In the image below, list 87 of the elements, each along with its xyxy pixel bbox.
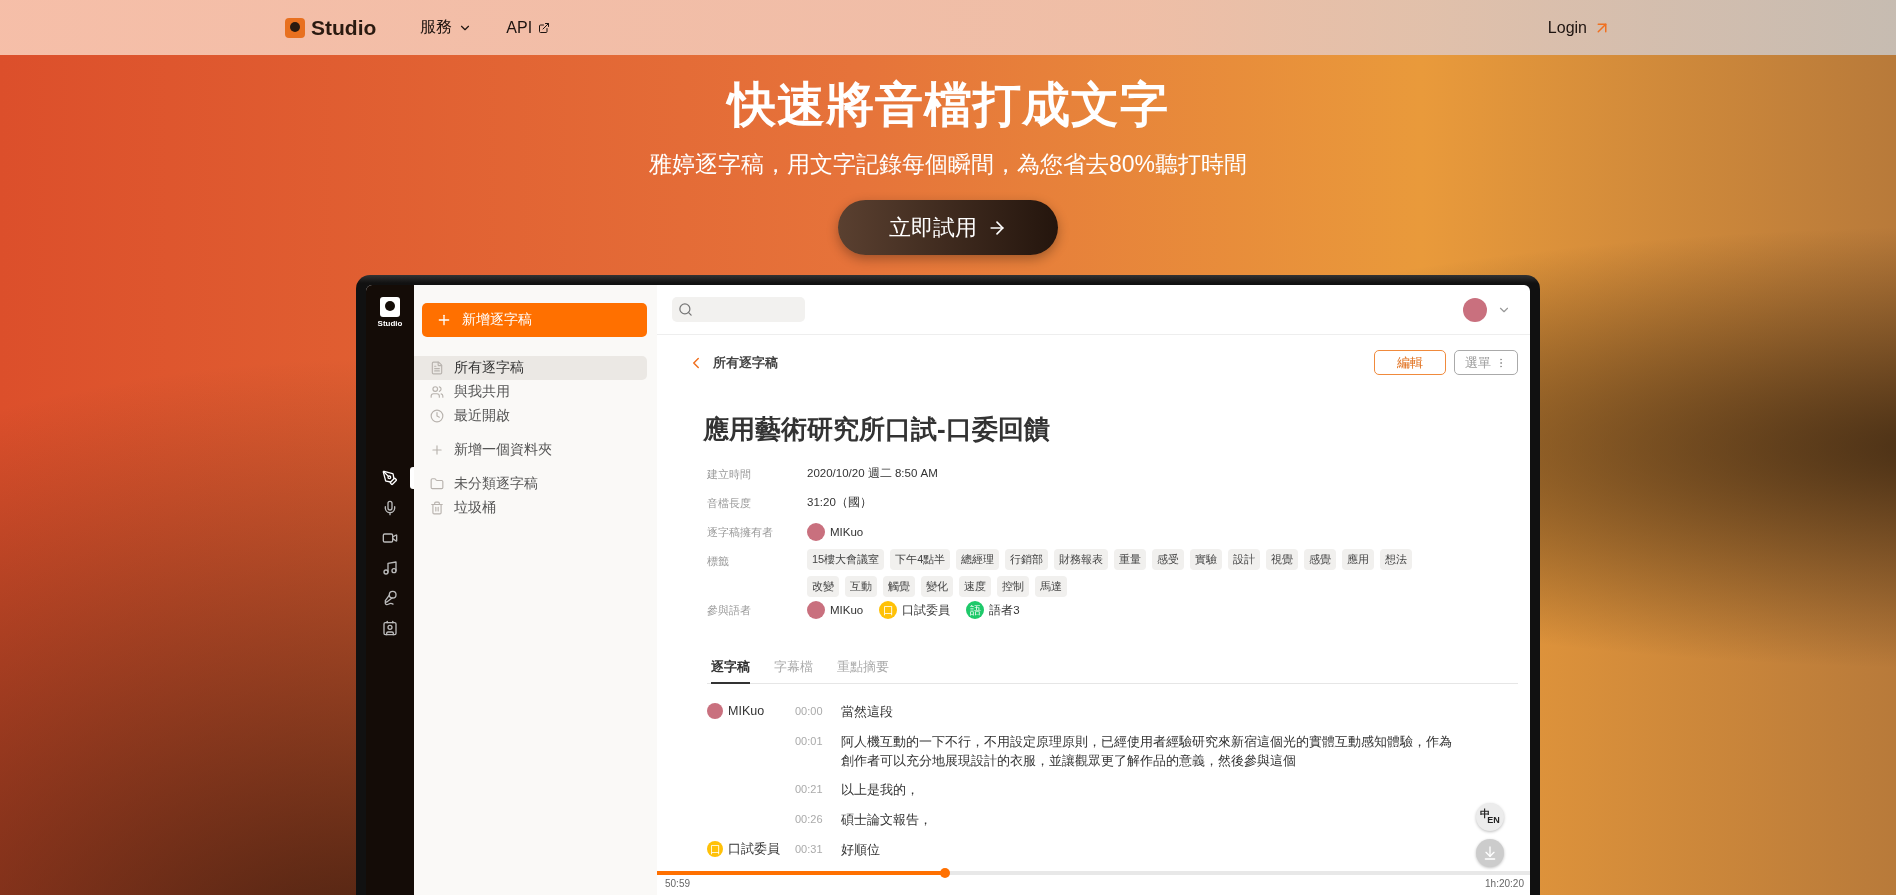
- tag[interactable]: 觸覺: [883, 576, 915, 597]
- sidebar-item[interactable]: 最近開啟: [414, 404, 647, 428]
- document-title: 應用藝術研究所口試-口委回饋: [703, 413, 1051, 446]
- timestamp: 00:00: [795, 704, 824, 717]
- meta-label: 音檔長度: [707, 496, 752, 511]
- logo-text: Studio: [377, 319, 403, 328]
- plus-icon: [430, 443, 444, 457]
- speaker-badge: 口: [707, 841, 723, 858]
- tag[interactable]: 重量: [1114, 549, 1147, 570]
- transcript-text: 阿人機互動的一下不行，不用設定原理原則，已經使用者經驗研究來新宿這個光的實體互動感知體驗，作為創作者可以充分地展現設計的衣服，並讓觀眾更了解作品的意義，然後參與這個: [841, 733, 1453, 770]
- elapsed-time: 50:59: [665, 878, 691, 889]
- tag[interactable]: 視覺: [1266, 549, 1299, 570]
- hero-subtitle: 雅婷逐字稿，用文字記錄每個瞬間，為您省去80%聽打時間: [648, 150, 1247, 179]
- meta-label: 建立時間: [707, 467, 752, 482]
- transcript-text: 當然這段: [841, 704, 894, 721]
- tag[interactable]: 15樓大會議室: [807, 549, 885, 570]
- progress-track[interactable]: [657, 871, 1530, 875]
- speaker-badge: 口: [879, 601, 898, 619]
- tag[interactable]: 感覺: [1304, 549, 1337, 570]
- hero-title: 快速將音檔打成文字: [727, 77, 1169, 133]
- person-name: 口試委員: [902, 602, 951, 618]
- people-icon: [430, 385, 444, 399]
- transcript-text: 以上是我的，: [841, 782, 920, 800]
- plus-icon: [436, 312, 452, 328]
- logo-icon: [380, 297, 400, 317]
- external-link-icon: [538, 21, 551, 34]
- add-folder-item[interactable]: 新增一個資料夾: [414, 438, 647, 462]
- tag[interactable]: 變化: [921, 576, 953, 597]
- contact-card-icon: [382, 620, 398, 636]
- tag[interactable]: 應用: [1342, 549, 1375, 570]
- clock-icon: [430, 409, 444, 423]
- nav-link[interactable]: API: [506, 18, 551, 37]
- document-icon: [430, 361, 444, 375]
- try-now-button[interactable]: 立即試用: [838, 200, 1058, 255]
- logo-text: Studio: [311, 15, 377, 40]
- total-time: 1h:20:20: [1485, 878, 1524, 889]
- speaker-badge: 語: [966, 601, 985, 619]
- tag[interactable]: 下午4點半: [890, 549, 951, 570]
- tag[interactable]: 改變: [807, 576, 839, 597]
- meta-label: 標籤: [707, 554, 730, 569]
- download-icon: [1482, 845, 1498, 861]
- tag[interactable]: 總經理: [956, 549, 1000, 570]
- tag[interactable]: 馬達: [1035, 576, 1067, 597]
- tag[interactable]: 想法: [1380, 549, 1413, 570]
- tab[interactable]: 逐字稿: [711, 652, 750, 684]
- meta-value: 2020/10/20 週二 8:50 AM: [807, 466, 939, 481]
- edit-button[interactable]: 編輯: [1374, 350, 1446, 375]
- transcript-text: 碩士論文報告，: [841, 812, 933, 829]
- speaker-name: MIKuo: [728, 704, 765, 718]
- folder-icon: [430, 477, 444, 491]
- speaker-name: 口試委員: [728, 840, 780, 858]
- tag[interactable]: 感受: [1152, 549, 1185, 570]
- search-icon: [678, 302, 693, 317]
- meta-value: 31:20（國）: [807, 495, 873, 510]
- tag[interactable]: 互動: [845, 576, 877, 597]
- sidebar-item[interactable]: 所有逐字稿: [414, 356, 647, 380]
- pen-icon: [382, 470, 398, 486]
- tag[interactable]: 設計: [1228, 549, 1261, 570]
- login-link[interactable]: Login: [1547, 18, 1611, 37]
- logo-icon: [285, 17, 305, 38]
- user-avatar[interactable]: [1463, 297, 1487, 322]
- progress-thumb[interactable]: [940, 868, 951, 878]
- timestamp: 00:21: [795, 782, 824, 796]
- sidebar-item[interactable]: 未分類逐字稿: [414, 472, 647, 496]
- timestamp: 00:26: [795, 812, 824, 825]
- tag[interactable]: 財務報表: [1054, 549, 1109, 570]
- timestamp: 00:31: [795, 841, 824, 855]
- video-icon: [382, 530, 398, 546]
- music-icon: [382, 560, 398, 576]
- sidebar-item[interactable]: 垃圾桶: [414, 496, 647, 520]
- meta-label: 參與語者: [707, 603, 752, 618]
- microphone-icon: [382, 590, 398, 606]
- tag[interactable]: 實驗: [1190, 549, 1223, 570]
- back-link[interactable]: 所有逐字稿: [687, 353, 778, 372]
- nav-link[interactable]: 服務: [420, 17, 473, 38]
- tag[interactable]: 控制: [997, 576, 1029, 597]
- transcript-text: 好順位: [841, 841, 881, 859]
- timestamp: 00:01: [795, 733, 824, 747]
- sidebar-item[interactable]: 與我共用: [414, 380, 647, 404]
- meta-label: 逐字稿擁有者: [707, 525, 774, 540]
- person-name: MIKuo: [830, 526, 864, 538]
- person-name: MIKuo: [830, 604, 864, 616]
- tag[interactable]: 行銷部: [1005, 549, 1049, 570]
- search-field[interactable]: [672, 297, 805, 322]
- person-name: 語者3: [989, 602, 1020, 618]
- trash-icon: [430, 501, 444, 515]
- tag[interactable]: 速度: [959, 576, 991, 597]
